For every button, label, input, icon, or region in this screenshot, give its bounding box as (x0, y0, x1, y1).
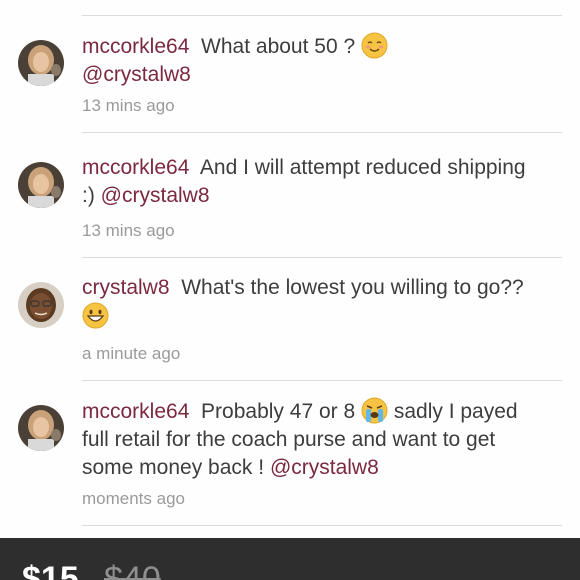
comment-text: crystalw8 What's the lowest you willing … (82, 274, 540, 331)
comment-username[interactable]: crystalw8 (82, 276, 170, 299)
comment-body: What about 50 ? (201, 35, 356, 58)
comment-text: mccorkle64 What about 50 ? @crystalw8 (82, 32, 540, 89)
divider (82, 15, 562, 16)
price-bar: $15 $40 (0, 538, 580, 580)
mention-link[interactable]: @crystalw8 (101, 184, 210, 207)
crying-emoji-icon (361, 397, 388, 424)
smiling-blush-emoji-icon (361, 32, 388, 59)
comment-body: Probably 47 or 8 (201, 400, 356, 423)
comment-body: What's the lowest you willing to go?? (181, 276, 524, 299)
mention-link[interactable]: @crystalw8 (270, 456, 379, 479)
grinning-emoji-icon (82, 302, 109, 329)
comment-timestamp: a minute ago (82, 344, 181, 363)
listing-price: $15 (22, 560, 79, 580)
comment-timestamp: 13 mins ago (82, 96, 175, 115)
comment-username[interactable]: mccorkle64 (82, 35, 189, 58)
comment-timestamp: 13 mins ago (82, 221, 175, 240)
original-price: $40 (104, 560, 161, 580)
comment-username[interactable]: mccorkle64 (82, 156, 189, 179)
divider (82, 380, 562, 381)
comment-username[interactable]: mccorkle64 (82, 400, 189, 423)
avatar-mccorkle64[interactable] (18, 40, 64, 86)
comment-text: mccorkle64 Probably 47 or 8 sadly I paye… (82, 397, 532, 482)
comment-timestamp: moments ago (82, 489, 185, 508)
mention-link[interactable]: @crystalw8 (82, 63, 191, 86)
avatar-mccorkle64[interactable] (18, 162, 64, 208)
avatar-mccorkle64[interactable] (18, 405, 64, 451)
divider (82, 132, 562, 133)
divider (82, 525, 562, 526)
divider (82, 257, 562, 258)
avatar-crystalw8[interactable] (18, 282, 64, 328)
comment-text: mccorkle64 And I will attempt reduced sh… (82, 154, 540, 210)
